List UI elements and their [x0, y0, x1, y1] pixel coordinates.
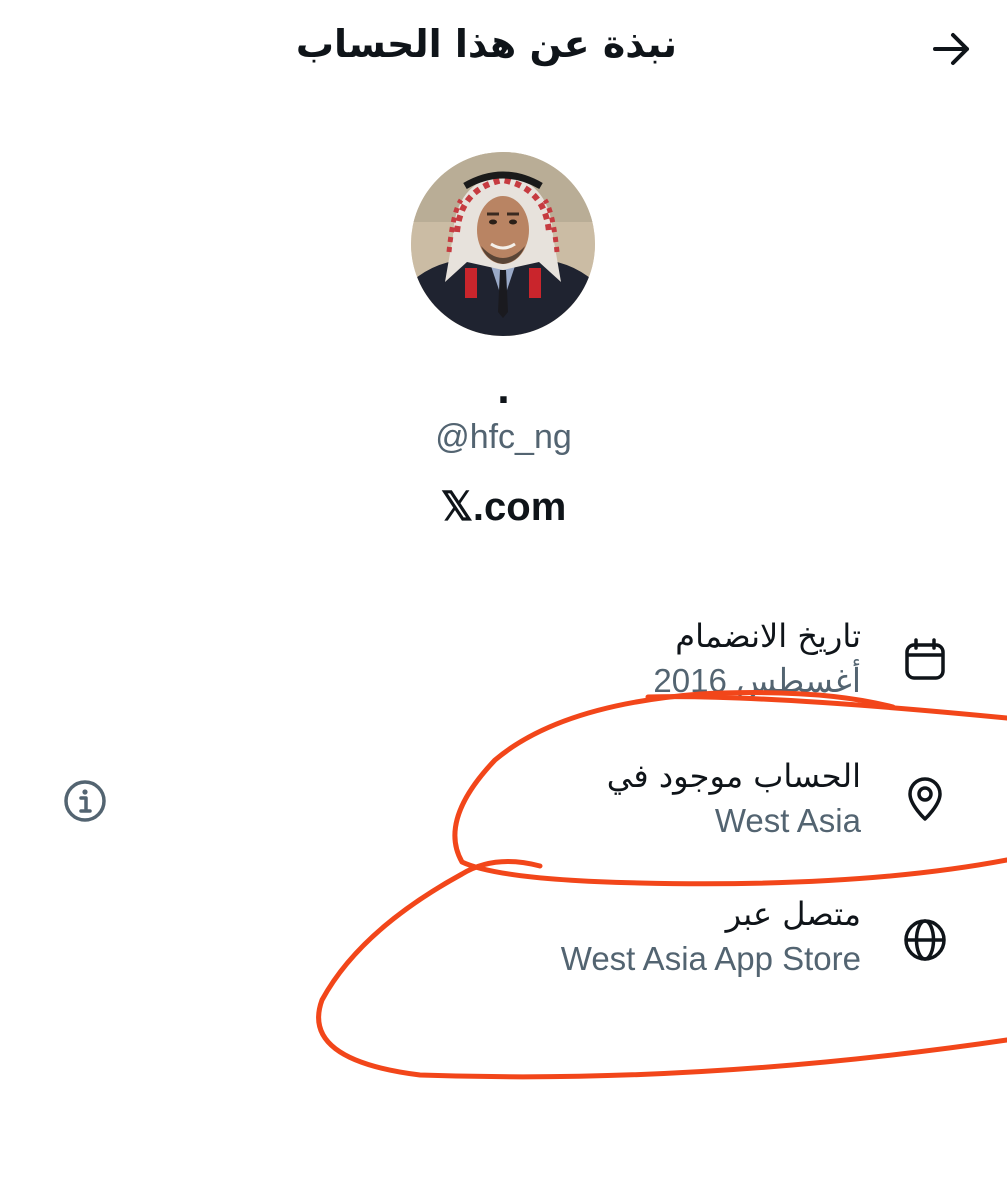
location-label: الحساب موجود في — [606, 757, 861, 795]
info-circle-icon[interactable] — [62, 778, 108, 824]
page-title: نبذة عن هذا الحساب — [295, 22, 677, 66]
calendar-icon — [905, 638, 945, 680]
location-pin-icon — [908, 777, 942, 821]
join-date-value: أغسطس 2016 — [653, 662, 861, 699]
location-row: الحساب موجود في West Asia — [607, 754, 861, 844]
connected-via-value: West Asia App Store — [560, 940, 861, 977]
avatar — [411, 152, 595, 336]
connected-via-row: متصل عبر West Asia App Store — [561, 892, 861, 982]
display-name: . — [496, 371, 511, 412]
user-handle: @hfc_ng — [435, 418, 572, 456]
arrow-right-icon[interactable] — [931, 28, 973, 70]
join-date-row: تاريخ الانضمام أغسطس 2016 — [653, 614, 861, 704]
connected-via-label: متصل عبر — [725, 895, 861, 933]
location-value: West Asia — [714, 802, 861, 839]
globe-icon — [904, 919, 946, 961]
join-date-label: تاريخ الانضمام — [675, 617, 861, 655]
site-label: 𝕏.com — [440, 485, 567, 529]
